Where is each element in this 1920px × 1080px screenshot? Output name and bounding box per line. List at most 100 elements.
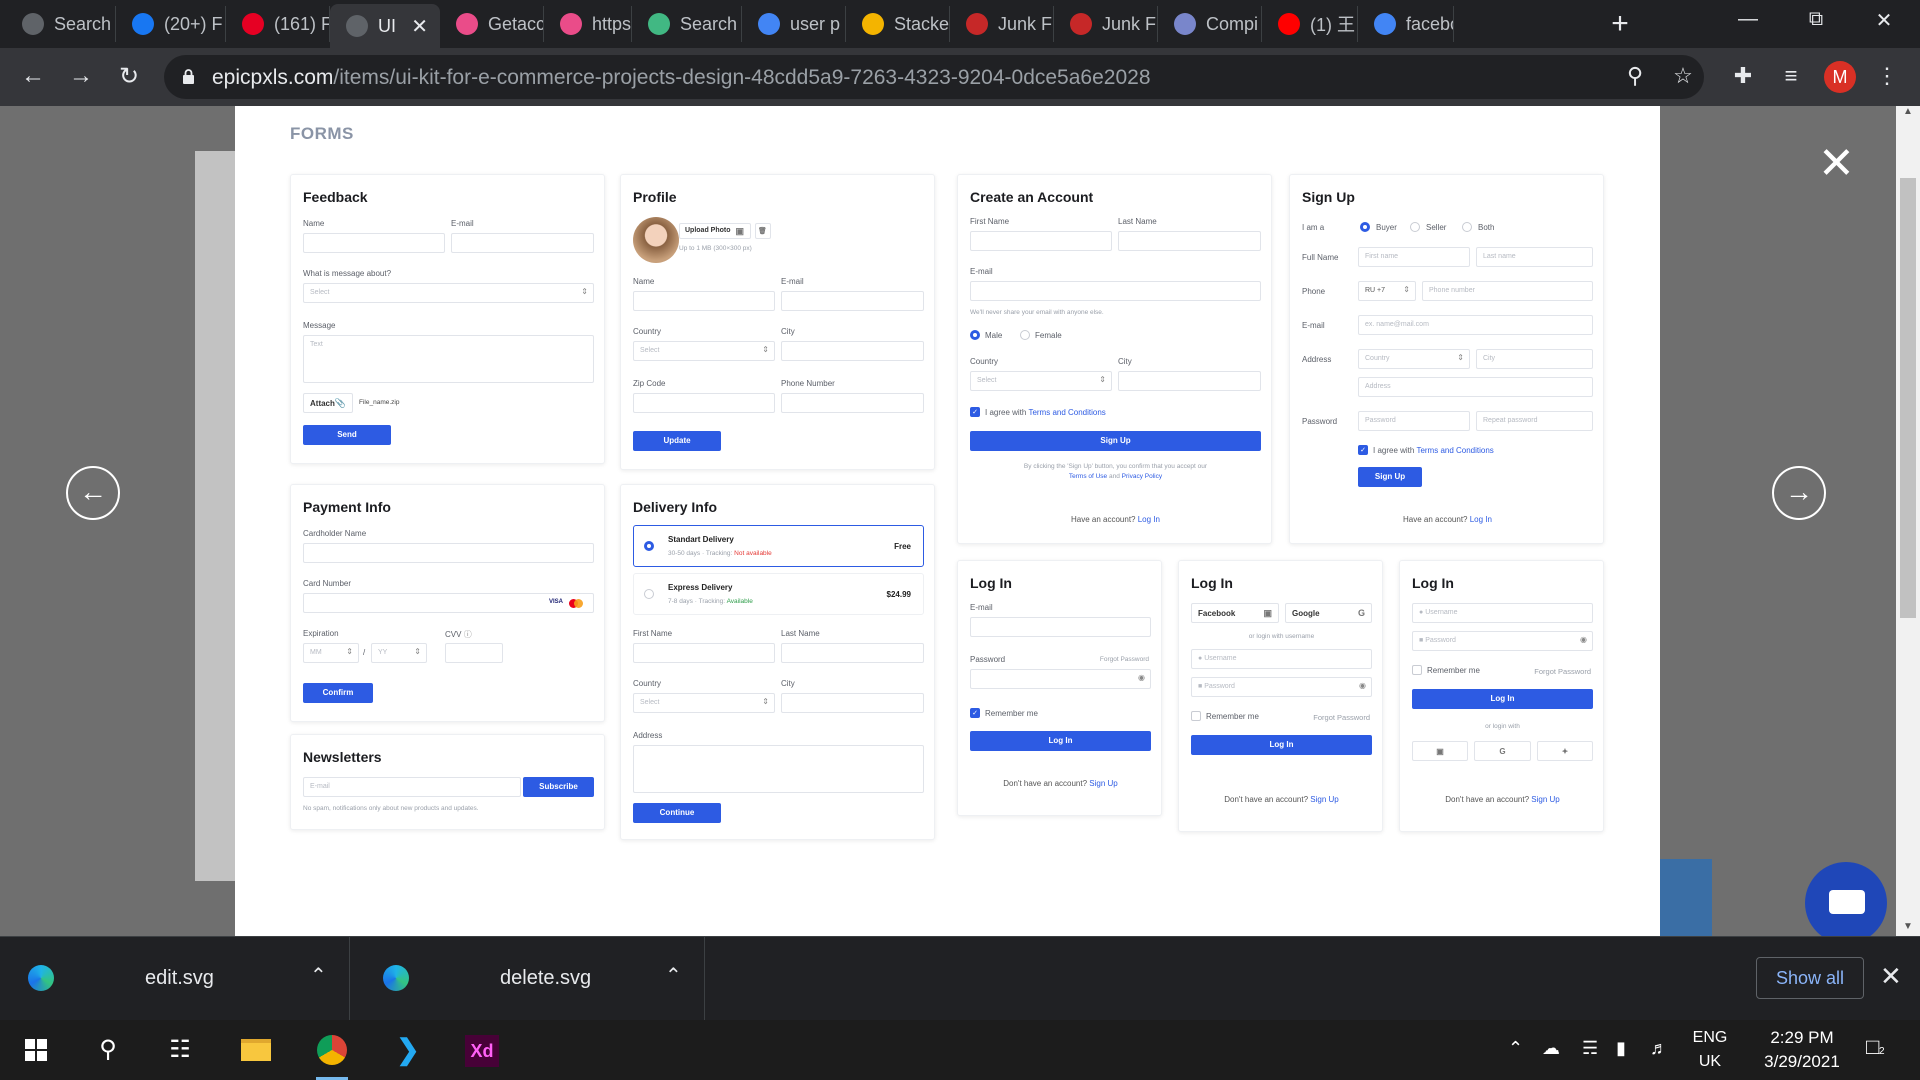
battery-icon[interactable]: ▮ [1616,1038,1626,1059]
buyer-radio[interactable] [1360,222,1370,232]
browser-tab[interactable]: UI ✕ [330,4,440,48]
facebook-login-button[interactable]: Facebook ▣ [1191,603,1279,623]
login-button[interactable]: Log In [1191,735,1372,755]
first-name-input[interactable] [970,231,1112,251]
facebook-icon[interactable]: ▣ [1412,741,1468,761]
address-input[interactable]: Address [1358,377,1593,397]
file-explorer-icon[interactable] [236,1030,276,1070]
onedrive-icon[interactable]: ☁ [1542,1038,1560,1059]
email-input[interactable]: ex. name@mail.com [1358,315,1593,335]
scroll-down-icon[interactable]: ▼ [1896,921,1920,932]
remember-checkbox[interactable] [1412,665,1422,675]
browser-tab[interactable]: facebo [1358,6,1454,42]
subscribe-button[interactable]: Subscribe [523,777,594,797]
twitter-icon[interactable]: ✦ [1537,741,1593,761]
extensions-icon[interactable]: ✚ [1728,63,1758,89]
notifications-icon[interactable]: □ 2 [1866,1034,1885,1060]
last-name-input[interactable]: Last name [1476,247,1593,267]
city-input[interactable]: City [1476,349,1593,369]
browser-tab[interactable]: (20+) F [116,6,226,42]
delivery-radio[interactable] [644,589,654,599]
bookmark-star-icon[interactable]: ☆ [1668,63,1698,89]
city-input[interactable] [1118,371,1261,391]
repeat-password-input[interactable]: Repeat password [1476,411,1593,431]
name-input[interactable] [633,291,775,311]
country-select[interactable]: Select ⇕ [970,371,1112,391]
email-input[interactable] [781,291,924,311]
close-downloads-icon[interactable]: ✕ [1880,961,1902,992]
male-radio[interactable] [970,330,980,340]
adobe-xd-icon[interactable]: Xd [462,1030,502,1070]
browser-tab[interactable]: https:/ [544,6,632,42]
country-select[interactable]: Select ⇕ [633,693,775,713]
privacy-policy-link[interactable]: Privacy Policy [1122,473,1162,480]
browser-tab[interactable]: (161) F [226,6,330,42]
language-indicator[interactable]: ENG UK [1690,1026,1730,1074]
zip-input[interactable] [633,393,775,413]
reload-icon[interactable]: ↻ [114,62,144,91]
forward-icon[interactable]: → [66,62,96,90]
delete-photo-icon[interactable]: 🗑 [755,223,771,239]
topic-select[interactable]: Select ⇕ [303,283,594,303]
terms-checkbox[interactable]: ✓ [1358,445,1368,455]
browser-tab[interactable]: user p [742,6,846,42]
browser-tab[interactable]: Search [6,6,116,42]
login-link[interactable]: Log In [1138,515,1160,524]
phone-input[interactable]: Phone number [1422,281,1593,301]
signup-button[interactable]: Sign Up [970,431,1261,451]
volume-icon[interactable]: ♬ [1650,1038,1668,1059]
signup-button[interactable]: Sign Up [1358,467,1422,487]
scroll-up-icon[interactable]: ▲ [1896,106,1920,117]
page-scrollbar[interactable]: ▲ ▼ [1896,106,1920,936]
menu-kebab-icon[interactable]: ⋮ [1872,63,1902,89]
newsletter-email-input[interactable]: E-mail [303,777,521,797]
show-hidden-icons[interactable]: ⌃ [1508,1038,1523,1059]
wifi-icon[interactable]: ☴ [1582,1038,1598,1059]
close-window-icon[interactable]: ✕ [1864,8,1904,33]
chevron-up-icon[interactable]: ⌃ [310,963,327,988]
seller-radio[interactable] [1410,222,1420,232]
first-name-input[interactable]: First name [1358,247,1470,267]
next-arrow-icon[interactable]: → [1772,466,1826,520]
password-input[interactable]: ■ Password ◉ [1191,677,1372,697]
show-all-button[interactable]: Show all [1756,957,1864,999]
continue-button[interactable]: Continue [633,803,721,823]
vscode-icon[interactable]: ❯ [388,1030,428,1070]
close-tab-icon[interactable]: ✕ [411,14,428,39]
browser-tab[interactable]: (1) 王 [1262,6,1358,42]
update-button[interactable]: Update [633,431,721,451]
upload-photo-button[interactable]: Upload Photo ▣ [679,223,751,239]
minimize-icon[interactable]: — [1728,8,1768,31]
last-name-input[interactable] [1118,231,1261,251]
close-lightbox-icon[interactable]: ✕ [1818,142,1855,186]
delivery-option-express[interactable]: Express Delivery 7-8 days · Tracking: Av… [633,573,924,615]
city-input[interactable] [781,341,924,361]
search-icon[interactable]: ⚲ [88,1030,128,1070]
browser-tab[interactable]: Junk F [950,6,1054,42]
username-input[interactable]: ● Username [1412,603,1593,623]
google-icon[interactable]: G [1474,741,1531,761]
download-item[interactable]: delete.svg ⌃ [355,937,705,1021]
confirm-button[interactable]: Confirm [303,683,373,703]
country-select[interactable]: Country ⇕ [1358,349,1470,369]
address-bar[interactable]: epicpxls.com/items/ui-kit-for-e-commerce… [164,55,1704,99]
name-input[interactable] [303,233,445,253]
chat-icon[interactable] [1805,862,1887,936]
browser-tab[interactable]: Getacc [440,6,544,42]
signup-link[interactable]: Sign Up [1310,795,1338,804]
signup-link[interactable]: Sign Up [1531,795,1559,804]
media-control-icon[interactable]: ≡ [1776,63,1806,89]
month-select[interactable]: MM ⇕ [303,643,359,663]
phone-input[interactable] [781,393,924,413]
email-input[interactable] [970,617,1151,637]
login-button[interactable]: Log In [1412,689,1593,709]
browser-tab[interactable]: Compi [1158,6,1262,42]
previous-arrow-icon[interactable]: ← [66,466,120,520]
clock[interactable]: 2:29 PM 3/29/2021 [1752,1026,1852,1074]
username-input[interactable]: ● Username [1191,649,1372,669]
forgot-password-link[interactable]: Forgot Password [1534,667,1591,676]
city-input[interactable] [781,693,924,713]
chrome-icon[interactable] [312,1030,352,1080]
restore-icon[interactable]: ⧉ [1796,8,1836,31]
browser-tab[interactable]: Search [632,6,742,42]
